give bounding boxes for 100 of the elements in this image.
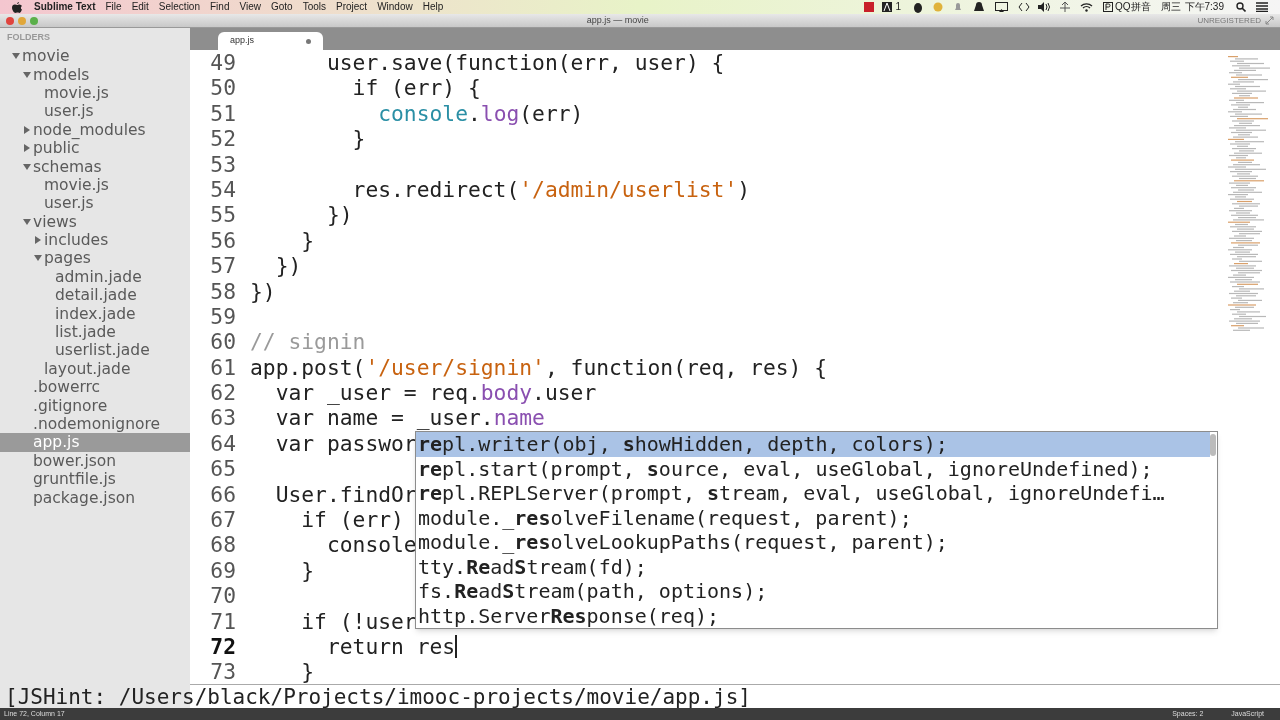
code-line: }) xyxy=(274,253,302,279)
file-row[interactable]: bower.json xyxy=(0,451,190,470)
menu-item[interactable]: Help xyxy=(422,0,444,14)
completion-item[interactable]: repl.REPLServer(prompt, stream, eval, useGlobal, ignoreUndefi… xyxy=(416,481,1210,506)
file-row[interactable]: layout.jade xyxy=(0,359,190,379)
code-line: if (err) { xyxy=(351,75,481,101)
search-icon[interactable] xyxy=(1236,2,1246,12)
menu-item[interactable]: Goto xyxy=(270,0,293,14)
app-menu[interactable]: Sublime Text xyxy=(34,0,96,14)
parking-letter-icon[interactable] xyxy=(1102,2,1113,12)
folder-row[interactable]: node_modules xyxy=(0,120,190,139)
weekday-label[interactable]: 周三 xyxy=(1160,0,1181,14)
expanded-triangle-icon[interactable] xyxy=(23,217,31,226)
console-output: [JSHint: /Users/black/Projects/imooc-projects/movie/app.js] xyxy=(5,684,751,709)
file-row[interactable]: admin.jade xyxy=(0,267,190,287)
file-row[interactable]: userlist.jade xyxy=(0,341,190,360)
file-row[interactable]: .gitignore xyxy=(0,396,190,415)
list-menu-icon[interactable] xyxy=(1256,2,1268,12)
hat-icon[interactable] xyxy=(972,2,985,12)
code-brackets-icon[interactable] xyxy=(1017,2,1030,12)
file-row[interactable]: .bowerrc xyxy=(0,378,190,397)
code-line: }) xyxy=(250,278,276,304)
line-number: 50 xyxy=(209,75,237,101)
menu-item[interactable]: Tools xyxy=(302,0,326,14)
file-row[interactable]: gruntfile.js xyxy=(0,470,190,489)
collapsed-triangle-icon[interactable] xyxy=(23,144,31,153)
file-row[interactable]: detail.jade xyxy=(0,286,190,305)
input-method-label[interactable]: QQ拼音 xyxy=(1114,0,1151,14)
completion-item[interactable]: tty.ReadStream(fd); xyxy=(416,554,1210,579)
expanded-triangle-icon[interactable] xyxy=(34,254,42,263)
close-window-icon[interactable] xyxy=(6,16,14,25)
code-line: } xyxy=(300,227,315,254)
folder-row[interactable]: models xyxy=(0,65,190,84)
completion-item[interactable]: fs.ReadStream(path, options); xyxy=(416,579,1210,604)
file-row[interactable]: user.js xyxy=(0,194,190,213)
code-line: app.post('/user/signin', function(req, res) { xyxy=(250,354,827,381)
menu-item[interactable]: Find xyxy=(210,0,230,14)
line-number: 58 xyxy=(209,278,237,304)
clock-time[interactable]: 下午7:39 xyxy=(1184,0,1224,14)
code-line: } xyxy=(300,659,315,685)
speaker-icon[interactable] xyxy=(1037,2,1050,12)
menu-item[interactable]: File xyxy=(105,0,122,14)
folder-row[interactable]: public xyxy=(0,138,190,158)
code-line: } xyxy=(300,557,315,584)
folder-row[interactable]: schemas xyxy=(0,157,190,176)
code-line: console.log(err) xyxy=(377,100,584,127)
file-row[interactable]: .nodemonignore xyxy=(0,414,190,434)
line-number: 60 xyxy=(209,329,237,355)
folder-row[interactable]: views xyxy=(0,212,190,231)
window-title: app.js — movie xyxy=(586,13,649,27)
popup-scrollbar[interactable] xyxy=(1210,434,1216,456)
completion-item[interactable]: module._resolveFilename(request, parent); xyxy=(416,505,1210,530)
completion-item[interactable]: repl.writer(obj, showHidden, depth, colors); xyxy=(416,432,1210,457)
sidebar-header: FOLDERS xyxy=(6,31,51,43)
file-row[interactable]: package.json xyxy=(0,488,190,507)
collapsed-triangle-icon[interactable] xyxy=(34,236,42,245)
network-arrows-icon[interactable] xyxy=(1059,2,1070,12)
code-line: if (!user xyxy=(300,608,417,634)
completion-item[interactable]: http.ServerResponse(req); xyxy=(416,603,1210,628)
square-app-icon[interactable] xyxy=(864,2,875,12)
code-line: } xyxy=(351,126,366,152)
text-cursor xyxy=(455,635,457,658)
line-number: 71 xyxy=(209,608,237,634)
completion-item[interactable]: module._resolveLookupPaths(request, parent); xyxy=(416,530,1210,555)
code-line: if (err) xyxy=(300,507,404,533)
file-row[interactable]: index.jade xyxy=(0,304,190,323)
expanded-triangle-icon[interactable] xyxy=(23,162,31,171)
line-number: 69 xyxy=(209,557,237,584)
menu-item[interactable]: Selection xyxy=(158,0,200,14)
line-number: 51 xyxy=(209,100,237,127)
line-number: 67 xyxy=(209,507,237,533)
menu-item[interactable]: Project xyxy=(336,0,368,14)
menu-item[interactable]: Edit xyxy=(131,0,149,14)
apple-logo-icon[interactable] xyxy=(12,1,22,13)
file-row[interactable]: movie.js xyxy=(0,83,190,103)
line-number: 61 xyxy=(209,354,237,381)
fullscreen-icon[interactable] xyxy=(1265,16,1274,25)
folder-row[interactable]: pages xyxy=(0,249,190,268)
close-tab-icon[interactable] xyxy=(306,38,311,44)
folder-row[interactable]: movie xyxy=(0,47,190,66)
menu-item[interactable]: View xyxy=(239,0,261,14)
notification-count: 1 xyxy=(895,0,901,14)
line-number: 57 xyxy=(209,253,237,279)
file-row[interactable]: list.jade xyxy=(0,322,190,342)
screen-mirror-icon[interactable] xyxy=(994,2,1008,12)
wifi-icon[interactable] xyxy=(1079,2,1093,12)
file-row[interactable]: movie.js xyxy=(0,175,190,195)
line-number: 55 xyxy=(209,202,237,228)
line-number: 54 xyxy=(209,176,237,203)
code-line: var name = _user.name xyxy=(274,405,545,431)
bell-icon[interactable] xyxy=(952,2,963,12)
collapsed-triangle-icon[interactable] xyxy=(23,125,31,134)
code-line: res.redirect('/admin/userlist') xyxy=(351,176,751,203)
file-row[interactable]: user.js xyxy=(0,102,190,121)
code-line: var passwor xyxy=(274,430,417,457)
folder-row[interactable]: includes xyxy=(0,230,190,250)
license-label: UNREGISTERED xyxy=(1197,14,1261,27)
menu-item[interactable]: Window xyxy=(377,0,413,14)
completion-item[interactable]: repl.start(prompt, source, eval, useGlobal, ignoreUndefined); xyxy=(416,456,1210,481)
file-tab[interactable]: app.js xyxy=(218,32,323,50)
